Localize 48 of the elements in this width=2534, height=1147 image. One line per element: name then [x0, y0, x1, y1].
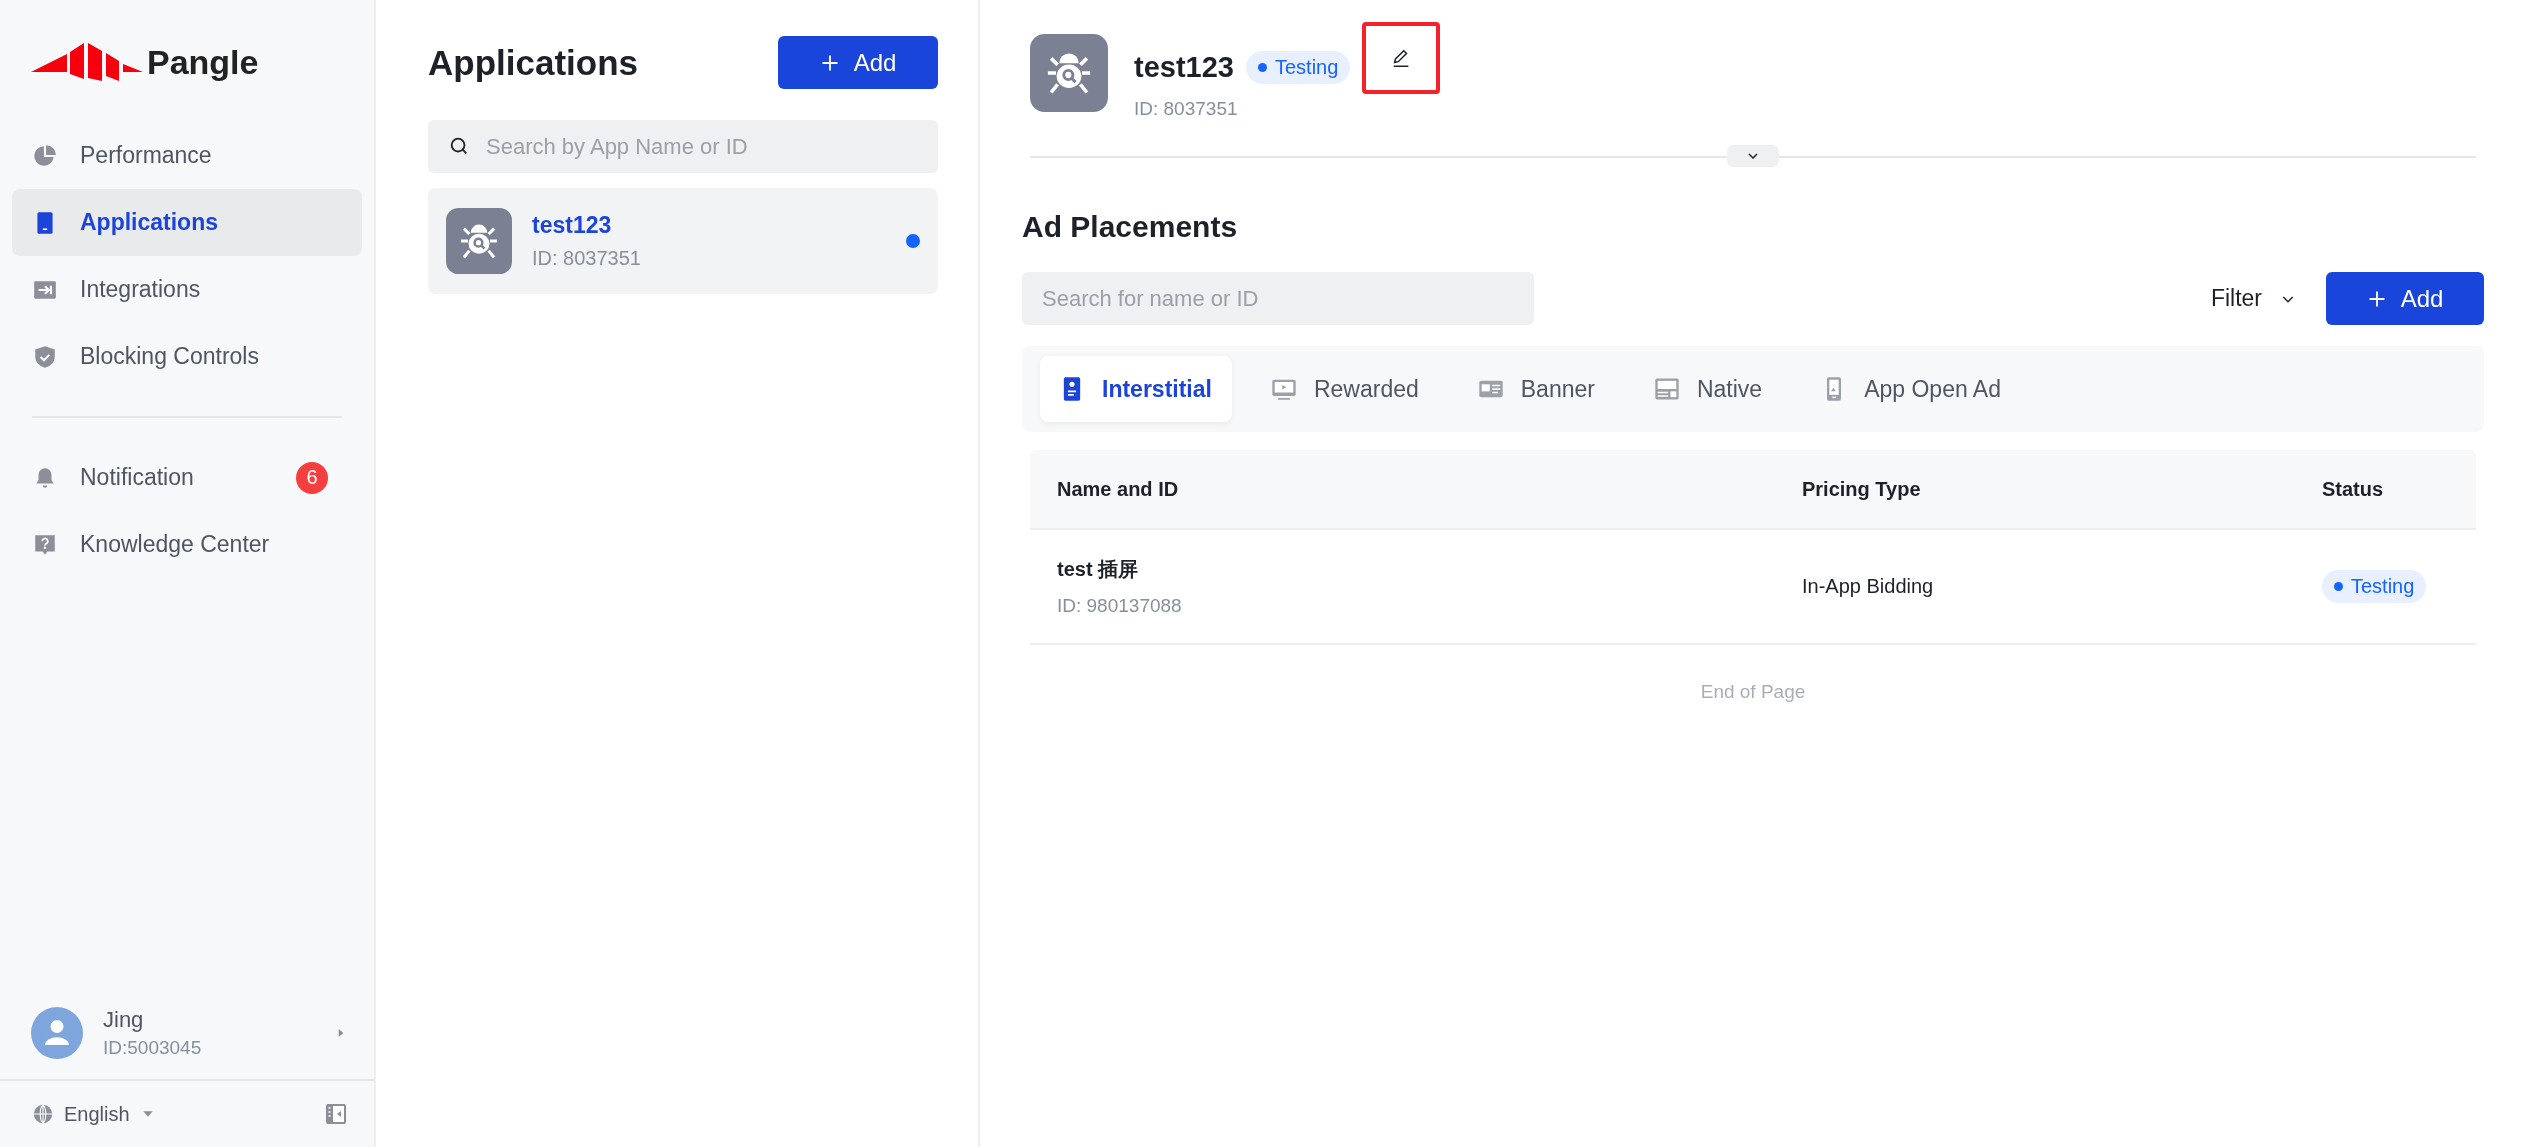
- app-list-item[interactable]: test123 ID: 8037351: [428, 188, 938, 294]
- globe-icon: [32, 1103, 54, 1125]
- add-button[interactable]: Add: [778, 36, 938, 89]
- nav-item[interactable]: Applications: [12, 189, 362, 256]
- logo-icon: [31, 42, 143, 82]
- app-title: test123: [1134, 50, 1234, 84]
- placement-name: test 插屏: [1057, 557, 1140, 582]
- app-id: ID: 8037351: [532, 247, 642, 270]
- user-id: ID:5003045: [103, 1037, 203, 1059]
- search-icon: [448, 135, 470, 157]
- search-field[interactable]: Search by App Name or ID: [428, 120, 938, 173]
- placement-id: ID: 980137088: [1057, 595, 1183, 617]
- logo-text: Pangle: [147, 42, 259, 82]
- nav-item[interactable]: Blocking Controls: [12, 323, 362, 390]
- add-button[interactable]: Add: [2326, 272, 2484, 325]
- shield-icon: [32, 343, 58, 370]
- column-header: Name and ID: [1057, 477, 1180, 501]
- tab[interactable]: Banner: [1458, 356, 1615, 422]
- status-badge: Testing: [1245, 50, 1351, 84]
- section-title: Ad Placements: [1022, 210, 1239, 244]
- sidebar-collapse-icon: [324, 1102, 348, 1126]
- collapse-sidebar-button[interactable]: [324, 1102, 348, 1126]
- filter-dropdown[interactable]: Filter: [2210, 285, 2296, 312]
- tab[interactable]: Native: [1634, 356, 1783, 422]
- pie-chart-icon: [32, 142, 58, 169]
- nav-item[interactable]: Integrations: [12, 256, 362, 323]
- search-input[interactable]: Search for name or ID: [1022, 272, 1534, 325]
- tab[interactable]: Rewarded: [1251, 356, 1439, 422]
- user-name: Jing: [103, 1007, 145, 1033]
- bug-icon: [446, 208, 512, 274]
- column-header: Status: [2322, 477, 2385, 501]
- language-selector[interactable]: English: [32, 1102, 156, 1126]
- status-badge: Testing: [2322, 570, 2427, 603]
- column-header: Pricing Type: [1802, 477, 1922, 501]
- app-id: ID: 8037351: [1134, 98, 1239, 120]
- expand-toggle[interactable]: [1727, 145, 1779, 167]
- avatar-icon: [31, 1007, 83, 1059]
- tab[interactable]: App Open Ad: [1802, 356, 2021, 422]
- end-of-page-text: End of Page: [1699, 681, 1807, 703]
- nav-item[interactable]: Performance: [12, 122, 362, 189]
- nav-item[interactable]: Notification 6: [12, 444, 362, 511]
- app-name: test123: [532, 212, 613, 239]
- count-badge: 6: [296, 461, 328, 494]
- panel-title: Applications: [428, 42, 639, 83]
- tab[interactable]: Interstitial: [1040, 356, 1232, 422]
- table-cell-text: In-App Bidding: [1802, 575, 1935, 598]
- bug-icon: [1030, 34, 1108, 112]
- nav-item[interactable]: Knowledge Center: [12, 511, 362, 578]
